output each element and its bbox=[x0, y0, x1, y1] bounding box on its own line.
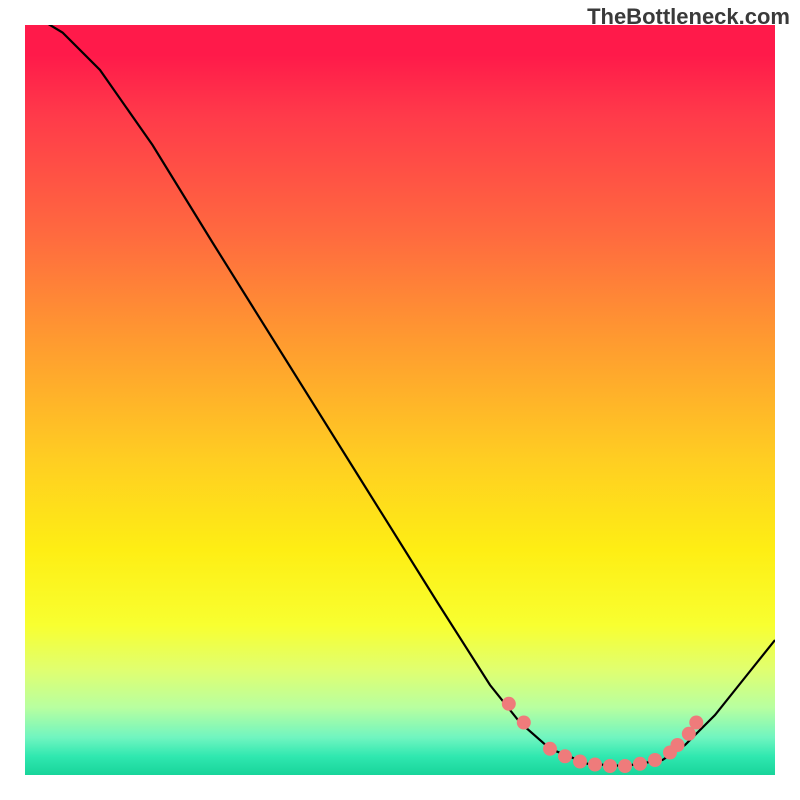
chart-svg bbox=[25, 25, 775, 775]
marker-dot bbox=[603, 759, 617, 773]
marker-dot bbox=[558, 749, 572, 763]
marker-dot bbox=[689, 716, 703, 730]
marker-dot bbox=[618, 759, 632, 773]
attribution-text: TheBottleneck.com bbox=[587, 4, 790, 30]
marker-dot bbox=[573, 755, 587, 769]
marker-dot bbox=[648, 753, 662, 767]
marker-group bbox=[502, 697, 704, 773]
marker-dot bbox=[517, 716, 531, 730]
marker-dot bbox=[543, 742, 557, 756]
marker-dot bbox=[502, 697, 516, 711]
marker-dot bbox=[588, 758, 602, 772]
marker-dot bbox=[633, 757, 647, 771]
bottleneck-curve bbox=[25, 25, 775, 766]
marker-dot bbox=[671, 738, 685, 752]
plot-area bbox=[25, 25, 775, 775]
